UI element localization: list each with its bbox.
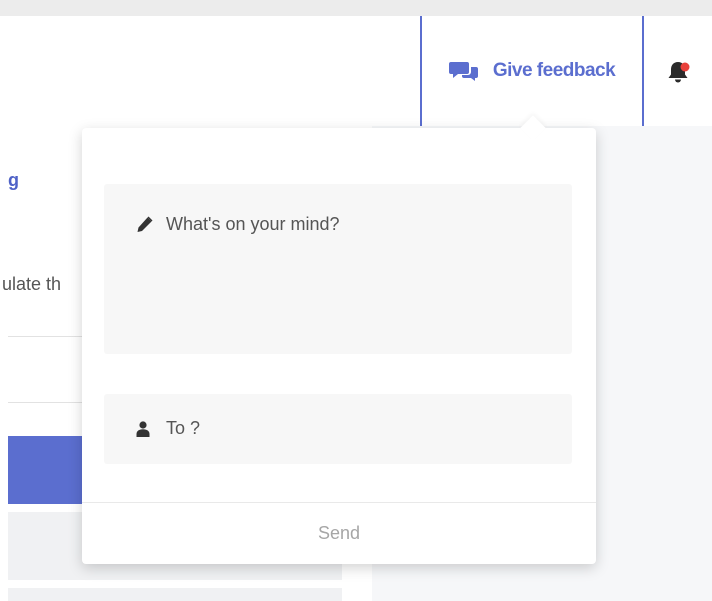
top-strip <box>0 0 712 16</box>
bell-icon <box>668 62 690 83</box>
card-heading: g <box>8 170 19 190</box>
feedback-popup: What's on your mind? To ? Send <box>82 115 596 564</box>
send-button[interactable]: Send <box>82 502 596 564</box>
divider <box>8 336 88 337</box>
list-row[interactable] <box>8 588 342 601</box>
give-feedback-label: Give feedback <box>492 60 616 81</box>
notification-badge <box>680 62 690 72</box>
primary-bar[interactable] <box>8 436 88 504</box>
feedback-message-placeholder: What's on your mind? <box>166 214 340 234</box>
give-feedback-button[interactable]: Give feedback <box>420 16 644 128</box>
feedback-recipient-field[interactable]: To ? <box>104 394 572 464</box>
feedback-recipient-placeholder: To ? <box>166 418 201 438</box>
user-icon <box>136 421 150 437</box>
divider <box>8 402 88 403</box>
card-description: ulate th <box>2 274 62 294</box>
pencil-icon <box>137 216 153 232</box>
notification-bell[interactable] <box>664 58 692 86</box>
feedback-message-field[interactable]: What's on your mind? <box>104 184 572 354</box>
comments-icon <box>448 62 478 81</box>
